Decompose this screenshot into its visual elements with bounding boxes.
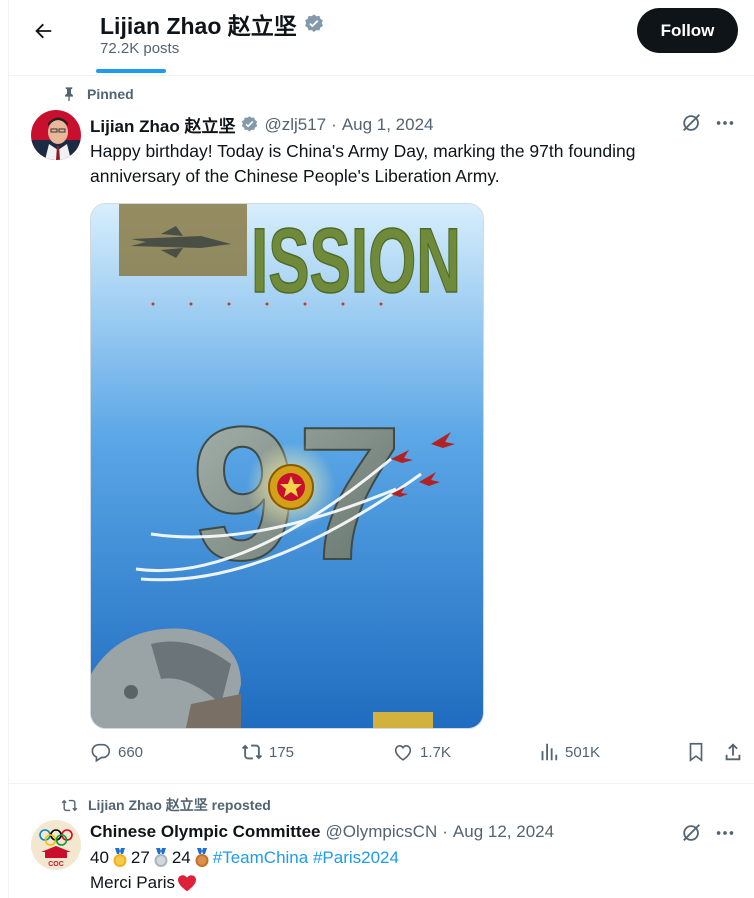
author-name[interactable]: Lijian Zhao 赵立坚 xyxy=(90,112,235,137)
pin-icon xyxy=(65,87,73,102)
social-context: Pinned xyxy=(61,86,134,102)
post-header: Lijian Zhao 赵立坚 @zlj517 · Aug 1, 2024 xyxy=(90,112,434,137)
grok-icon[interactable] xyxy=(681,112,703,139)
views-count: 501K xyxy=(565,743,601,761)
verified-badge-icon xyxy=(242,116,258,132)
repost-button[interactable]: 175 xyxy=(241,741,294,763)
page-title: Lijian Zhao 赵立坚 xyxy=(100,7,325,41)
post-actions: 660 175 1.7K 501K xyxy=(90,741,741,771)
profile-name: Lijian Zhao 赵立坚 xyxy=(100,13,297,39)
reply-icon xyxy=(91,743,111,763)
profile-timeline: Lijian Zhao 赵立坚 72.2K posts Follow Pinne… xyxy=(8,0,754,898)
bronze-count: 24 xyxy=(171,848,191,867)
share-button[interactable] xyxy=(722,741,744,763)
verified-badge-icon xyxy=(304,14,323,32)
more-options-icon[interactable] xyxy=(714,822,736,849)
like-count: 1.7K xyxy=(420,743,451,761)
like-button[interactable]: 1.7K xyxy=(392,741,451,763)
author-handle[interactable]: @OlympicsCN xyxy=(326,822,438,842)
reply-count: 660 xyxy=(118,743,144,761)
heart-icon xyxy=(394,745,412,761)
hashtag-teamchina[interactable]: #TeamChina xyxy=(213,848,308,868)
red-heart-icon xyxy=(178,875,197,892)
posts-count: 72.2K posts xyxy=(100,40,180,57)
bookmark-button[interactable] xyxy=(685,741,707,763)
post-text-line-2: Merci Paris xyxy=(90,873,197,893)
views-icon xyxy=(541,743,558,761)
repost-icon xyxy=(241,744,263,760)
hashtag-paris2024[interactable]: #Paris2024 xyxy=(313,848,399,868)
image-headline: ISSION xyxy=(251,210,461,312)
merci-paris-text: Merci Paris xyxy=(90,873,176,892)
social-context: Lijian Zhao 赵立坚 reposted xyxy=(61,795,271,815)
repost-count: 175 xyxy=(269,743,295,761)
repost-icon xyxy=(61,799,78,811)
reposted-label[interactable]: Lijian Zhao 赵立坚 reposted xyxy=(88,795,271,815)
follow-button[interactable]: Follow xyxy=(637,8,738,53)
post-header: Chinese Olympic Committee @OlympicsCN · … xyxy=(90,822,554,842)
post-image[interactable]: ISSION 97 xyxy=(90,203,484,729)
meta-separator: · xyxy=(331,114,337,134)
avatar-label: COC xyxy=(48,861,64,868)
post-text: Happy birthday! Today is China's Army Da… xyxy=(90,141,636,186)
gold-medal-icon xyxy=(113,848,127,867)
avatar[interactable] xyxy=(31,110,81,160)
post-text-line-1: 40 27 24 #TeamChina #Paris2024 xyxy=(90,848,399,868)
author-handle[interactable]: @zlj517 xyxy=(264,115,326,135)
bronze-medal-icon xyxy=(195,848,209,867)
views-button[interactable]: 501K xyxy=(537,741,600,763)
grok-icon[interactable] xyxy=(681,822,703,849)
bookmark-icon xyxy=(689,742,703,762)
gold-count: 40 xyxy=(90,848,109,867)
profile-header: Lijian Zhao 赵立坚 72.2K posts Follow xyxy=(9,0,754,76)
post-date[interactable]: Aug 12, 2024 xyxy=(453,822,554,842)
pinned-label: Pinned xyxy=(87,86,134,102)
share-icon xyxy=(725,743,741,761)
more-options-icon[interactable] xyxy=(714,112,736,139)
meta-separator: · xyxy=(442,822,448,841)
silver-count: 27 xyxy=(130,848,150,867)
post-divider xyxy=(9,783,754,784)
avatar[interactable]: COC xyxy=(31,820,81,870)
reply-button[interactable]: 660 xyxy=(90,741,143,763)
silver-medal-icon xyxy=(154,848,168,867)
post-date[interactable]: Aug 1, 2024 xyxy=(342,115,434,135)
author-name[interactable]: Chinese Olympic Committee xyxy=(90,822,321,842)
back-arrow-icon[interactable] xyxy=(29,17,57,45)
active-tab-indicator xyxy=(96,69,166,73)
